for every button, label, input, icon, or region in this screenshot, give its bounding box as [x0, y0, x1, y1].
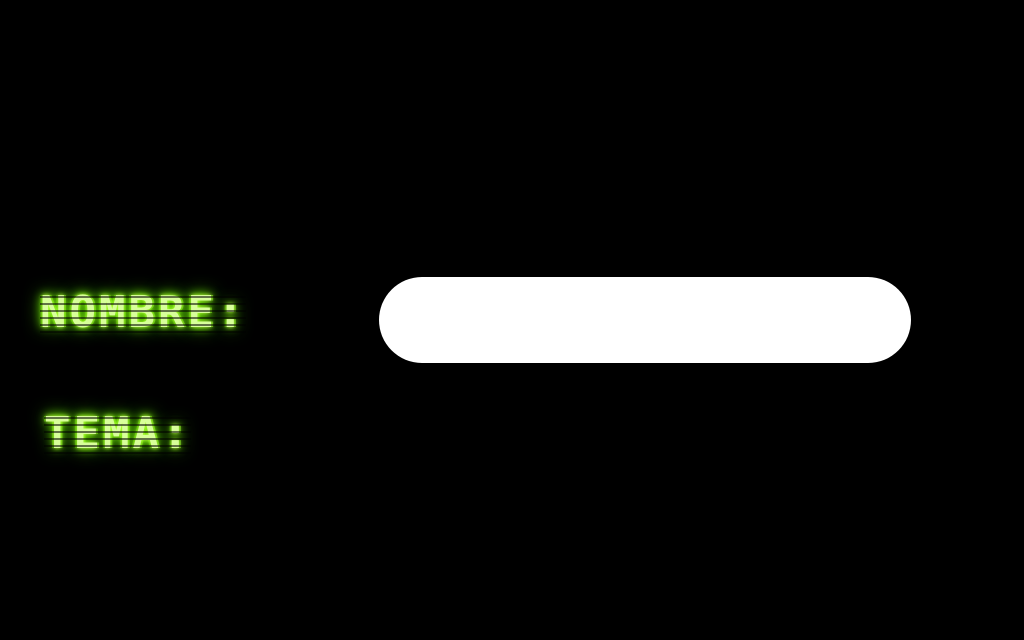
name-input[interactable]	[379, 277, 911, 363]
form-screen: NOMBRE: TEMA:	[0, 0, 1024, 640]
name-label: NOMBRE:	[40, 287, 247, 338]
theme-label: TEMA:	[44, 408, 192, 459]
